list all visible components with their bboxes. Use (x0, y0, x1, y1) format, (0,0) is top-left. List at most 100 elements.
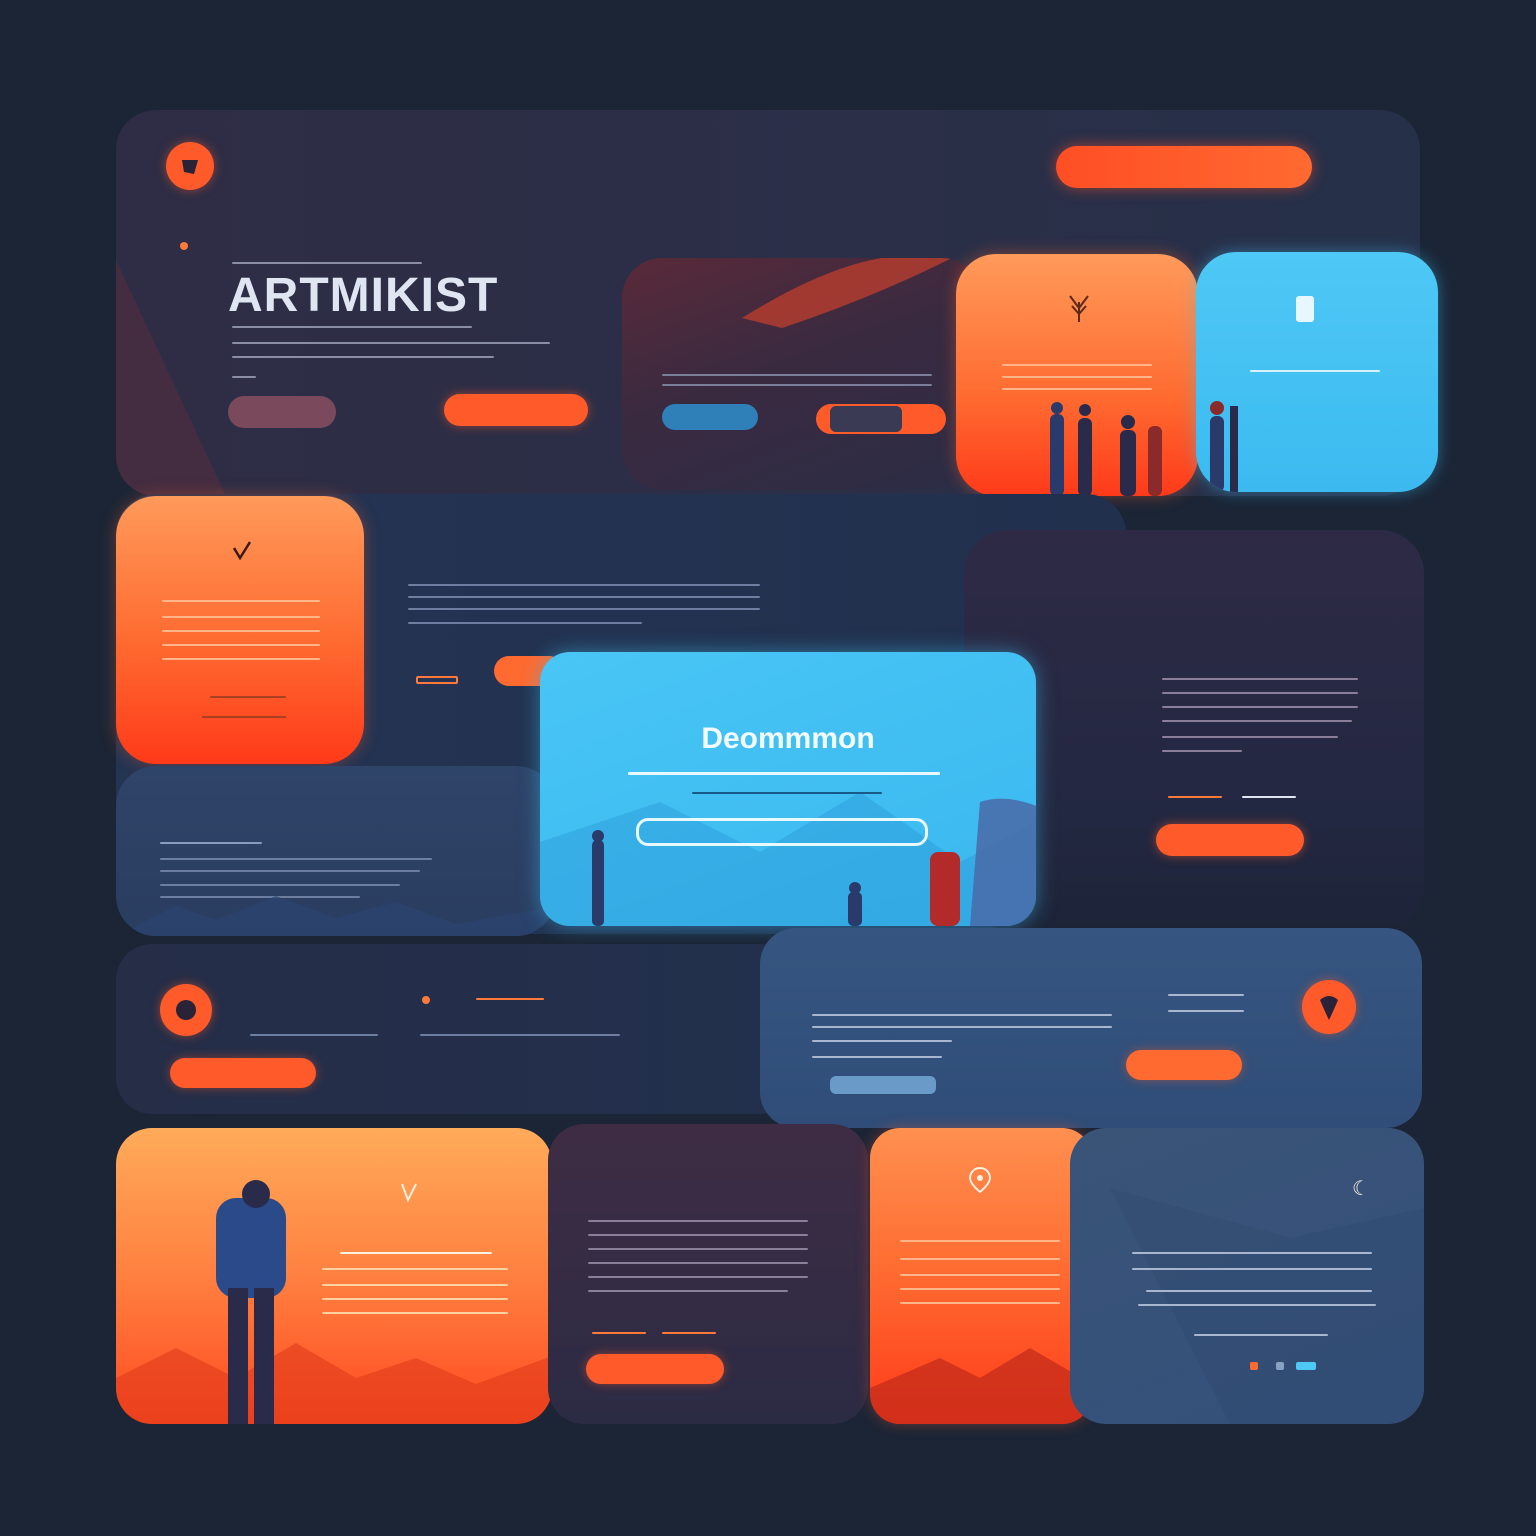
row3-left-line (476, 998, 544, 1000)
mid-left-line (162, 644, 320, 646)
bottom-card2-button[interactable] (586, 1354, 724, 1384)
hero-card-1-line (662, 384, 932, 386)
bottom-card2-line (588, 1276, 808, 1278)
bottom-card2-line (662, 1332, 716, 1334)
bottom-card2-line (592, 1332, 646, 1334)
row3-right-line (1168, 1010, 1244, 1012)
mid-left-line (210, 696, 286, 698)
hero-secondary-button[interactable] (228, 396, 336, 428)
pagination-dot[interactable] (1296, 1362, 1316, 1370)
mid-left-line (162, 600, 320, 602)
bottom-card-4: ☾ (1070, 1128, 1424, 1424)
mid-left-line (202, 716, 286, 718)
location-pin-icon (968, 1166, 992, 1194)
bottom-card4-line (1146, 1290, 1372, 1292)
left-lower-line (160, 870, 420, 872)
mid-text-line (408, 584, 760, 586)
bottom-card2-line (588, 1220, 808, 1222)
logo-icon[interactable] (166, 142, 214, 190)
hero-text-line (232, 356, 494, 358)
bottom-card2-line (588, 1262, 808, 1264)
bottom-card2-line (588, 1290, 788, 1292)
row3-logo-icon[interactable] (160, 984, 212, 1036)
bottom-card2-line (588, 1248, 808, 1250)
bottom-card1-line (340, 1252, 492, 1254)
bottom-card4-line (1194, 1334, 1328, 1336)
hero-card-1-toggle[interactable] (816, 404, 946, 434)
mid-left-line (162, 658, 320, 660)
hero-primary-button[interactable] (444, 394, 588, 426)
row3-right-panel (760, 928, 1422, 1128)
hero-card-1-line (662, 374, 932, 376)
document-icon (1296, 296, 1314, 322)
bottom-card1-line (322, 1312, 508, 1314)
right-card-button[interactable] (1156, 824, 1304, 856)
pagination-dot[interactable] (1276, 1362, 1284, 1370)
mid-text-line (408, 622, 642, 624)
right-card-line (1168, 796, 1222, 798)
hero-card-3 (1196, 252, 1438, 492)
mountain-decor (116, 896, 556, 936)
bottom-card1-line (322, 1268, 508, 1270)
hero-text-line (232, 262, 422, 264)
hero-card-2-line (1002, 388, 1152, 390)
bottom-card-1-illustration (116, 1180, 552, 1424)
right-card-line (1162, 678, 1358, 680)
row3-right-line (1168, 994, 1244, 996)
mid-left-line (162, 630, 320, 632)
right-card-line (1242, 796, 1296, 798)
check-icon (232, 541, 252, 561)
left-lower-line (160, 842, 262, 844)
blue-card-line (692, 792, 882, 794)
right-card-line (1162, 736, 1338, 738)
bottom-card3-line (900, 1240, 1060, 1242)
bottom-card4-line (1132, 1252, 1372, 1254)
row3-right-logo-icon[interactable] (1302, 980, 1356, 1034)
row3-left-button[interactable] (170, 1058, 316, 1088)
bottom-card1-line (322, 1284, 508, 1286)
nav-cta-button[interactable] (1056, 146, 1312, 188)
row3-dot (422, 996, 430, 1004)
blue-card-title: Deommmon (701, 722, 875, 755)
bottom-card3-line (900, 1274, 1060, 1276)
row3-right-line (812, 1014, 1112, 1016)
row3-right-button[interactable] (1126, 1050, 1242, 1080)
right-card-line (1162, 706, 1358, 708)
right-card-line (1162, 692, 1358, 694)
bottom-card4-line (1138, 1304, 1376, 1306)
blue-card-input[interactable] (636, 818, 928, 846)
plant-icon (1069, 295, 1089, 322)
bottom-card-1 (116, 1128, 552, 1424)
mountain-decor (870, 1348, 1092, 1424)
hero-card-1-field[interactable] (662, 404, 758, 430)
bottom-card1-line (322, 1298, 508, 1300)
hero-card-3-line (1250, 370, 1380, 372)
bottom-card3-line (900, 1288, 1060, 1290)
hero-card-1 (622, 258, 982, 490)
left-lower-line (160, 858, 432, 860)
row3-right-line (812, 1026, 1112, 1028)
pagination-dot[interactable] (1250, 1362, 1258, 1370)
bottom-card2-line (588, 1234, 808, 1236)
bottom-card3-line (900, 1258, 1060, 1260)
blue-card: Deommmon (540, 652, 1036, 926)
people-illustration (1050, 402, 1162, 496)
hero-title: ARTMIKIST (228, 269, 499, 322)
bottom-card-4-decor (1110, 1188, 1424, 1424)
row3-right-line (812, 1040, 952, 1042)
hero-card-2 (956, 254, 1198, 496)
bottom-card-2 (548, 1124, 868, 1424)
mid-text-line (408, 608, 760, 610)
row3-right-field[interactable] (830, 1076, 936, 1094)
hero-card-2-line (1002, 364, 1152, 366)
person-illustration (1210, 401, 1238, 492)
mid-text-link[interactable] (416, 676, 458, 684)
mid-left-card (116, 496, 364, 764)
row3-left-panel (116, 944, 796, 1114)
mid-text-line (408, 596, 760, 598)
bottom-card-3 (870, 1128, 1092, 1424)
bottom-card3-line (900, 1302, 1060, 1304)
moon-icon: ☾ (1352, 1178, 1370, 1200)
blue-card-decor (540, 792, 1036, 926)
hero-dot (180, 242, 188, 250)
